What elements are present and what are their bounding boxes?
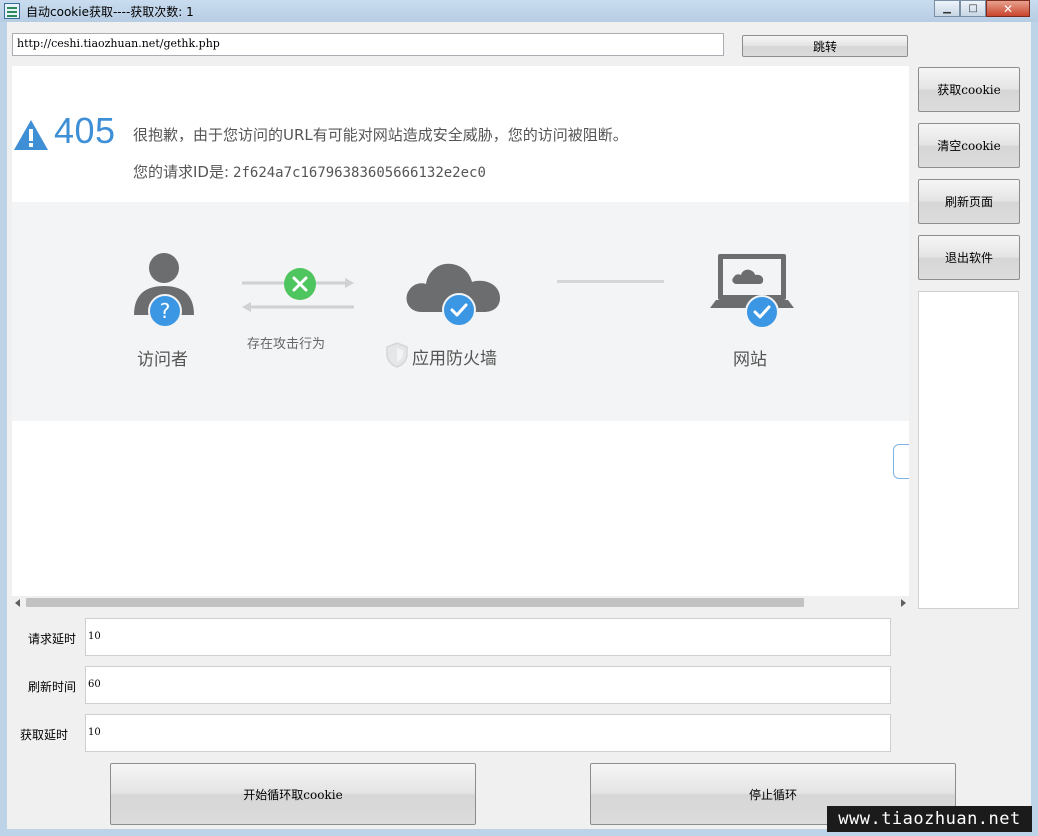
client-area: http://ceshi.tiaozhuan.net/gethk.php 跳转 … bbox=[7, 22, 1031, 829]
title-bar[interactable]: 自动cookie获取----获取次数: 1 ▁ □ ✕ bbox=[0, 0, 1038, 22]
error-header: 405 很抱歉，由于您访问的URL有可能对网站造成安全威胁，您的访问被阻断。 您… bbox=[12, 66, 909, 202]
feedback-tab[interactable] bbox=[893, 444, 909, 479]
window-controls: ▁ □ ✕ bbox=[934, 0, 1030, 18]
get-cookie-label: 获取cookie bbox=[937, 83, 1001, 97]
site-watermark: www.tiaozhuan.net bbox=[827, 806, 1032, 832]
visitor-icon: ? bbox=[134, 253, 194, 327]
app-icon bbox=[4, 3, 20, 19]
website-label: 网站 bbox=[733, 350, 767, 370]
website-laptop-icon bbox=[710, 254, 794, 329]
refresh-time-label: 刷新时间 bbox=[28, 680, 77, 694]
scroll-left-arrow[interactable] bbox=[15, 599, 20, 607]
browser-view[interactable]: 405 很抱歉，由于您访问的URL有可能对网站造成安全威胁，您的访问被阻断。 您… bbox=[12, 66, 909, 599]
error-message: 很抱歉，由于您访问的URL有可能对网站造成安全威胁，您的访问被阻断。 bbox=[133, 126, 628, 144]
fetch-delay-label: 获取延时 bbox=[20, 728, 69, 742]
scroll-thumb[interactable] bbox=[26, 598, 804, 607]
error-code: 405 bbox=[54, 110, 116, 151]
shield-icon bbox=[386, 342, 408, 368]
start-loop-label: 开始循环取cookie bbox=[243, 787, 343, 802]
connector-line bbox=[557, 280, 664, 283]
clear-cookie-label: 清空cookie bbox=[937, 139, 1001, 153]
start-loop-button[interactable]: 开始循环取cookie bbox=[110, 763, 476, 825]
request-delay-input[interactable]: 10 bbox=[85, 618, 891, 656]
minimize-button[interactable]: ▁ bbox=[934, 0, 960, 17]
get-cookie-button[interactable]: 获取cookie bbox=[918, 67, 1020, 112]
request-delay-label: 请求延时 bbox=[28, 632, 77, 646]
firewall-label: 应用防火墙 bbox=[412, 349, 497, 369]
refresh-page-button[interactable]: 刷新页面 bbox=[918, 179, 1020, 224]
fetch-delay-input[interactable]: 10 bbox=[85, 714, 891, 752]
url-input[interactable]: http://ceshi.tiaozhuan.net/gethk.php bbox=[12, 33, 724, 56]
close-button[interactable]: ✕ bbox=[986, 0, 1030, 17]
exit-app-button[interactable]: 退出软件 bbox=[918, 235, 1020, 280]
clear-cookie-button[interactable]: 清空cookie bbox=[918, 123, 1020, 168]
app-window: 自动cookie获取----获取次数: 1 ▁ □ ✕ http://ceshi… bbox=[0, 0, 1038, 836]
warning-icon bbox=[14, 120, 48, 150]
refresh-time-input[interactable]: 60 bbox=[85, 666, 891, 704]
go-button-label: 跳转 bbox=[812, 39, 837, 54]
exit-app-label: 退出软件 bbox=[944, 251, 993, 265]
scroll-right-arrow[interactable] bbox=[901, 599, 906, 607]
window-title: 自动cookie获取----获取次数: 1 bbox=[26, 5, 194, 19]
attack-label: 存在攻击行为 bbox=[247, 337, 326, 352]
maximize-button[interactable]: □ bbox=[960, 0, 986, 17]
go-button[interactable]: 跳转 bbox=[742, 35, 908, 57]
block-diagram: ? 访问者 存在攻击行为 应用防火墙 网站 bbox=[12, 202, 909, 421]
blocked-x-icon bbox=[284, 268, 316, 300]
request-id-label: 您的请求ID是: bbox=[133, 163, 230, 181]
svg-text:?: ? bbox=[160, 299, 171, 323]
horizontal-scrollbar[interactable] bbox=[12, 596, 909, 610]
visitor-label: 访问者 bbox=[137, 350, 188, 370]
request-id-line: 您的请求ID是: 2f624a7c16796383605666132e2ec0 bbox=[133, 161, 486, 182]
refresh-page-label: 刷新页面 bbox=[944, 195, 993, 209]
stop-loop-label: 停止循环 bbox=[748, 787, 797, 802]
cookie-output-panel[interactable] bbox=[918, 291, 1019, 609]
request-id-value: 2f624a7c16796383605666132e2ec0 bbox=[233, 165, 486, 181]
cloud-firewall-icon bbox=[406, 263, 500, 326]
